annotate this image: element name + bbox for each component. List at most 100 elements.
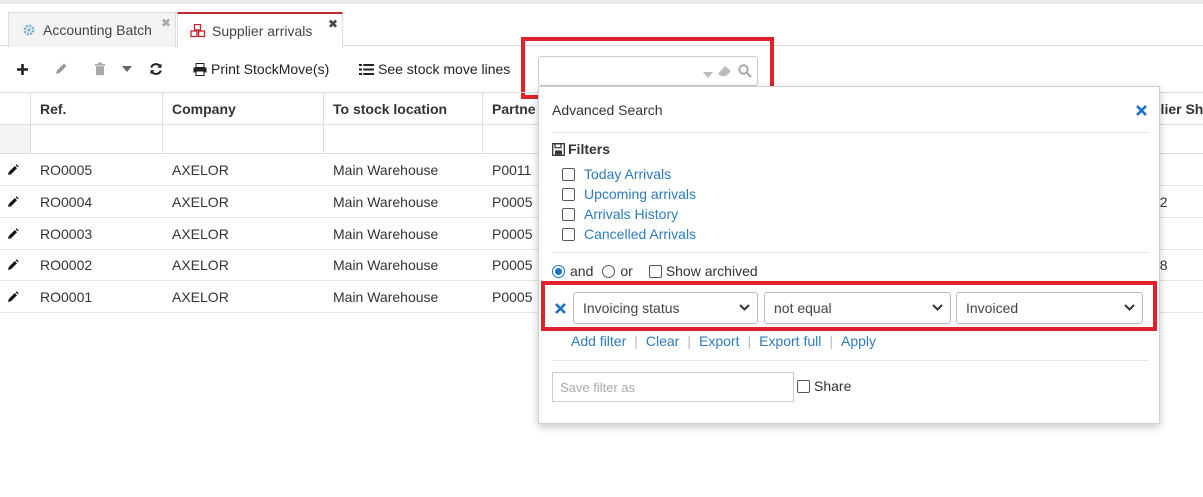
- filter-cell: [0, 125, 31, 153]
- print-label: Print StockMove(s): [211, 61, 330, 77]
- caret-down-icon: [122, 66, 132, 72]
- close-tab-icon[interactable]: ✖: [328, 17, 338, 31]
- refresh-icon: [150, 63, 162, 75]
- apply-link[interactable]: Apply: [841, 333, 876, 349]
- cell-ref: RO0004: [40, 194, 93, 210]
- see-stock-move-lines-button[interactable]: See stock move lines: [359, 52, 510, 86]
- cell-partner: P0005: [492, 226, 533, 242]
- column-to-stock-location[interactable]: To stock location: [324, 93, 483, 124]
- or-radio[interactable]: [602, 264, 616, 278]
- filter-location[interactable]: [324, 125, 483, 153]
- filter-arrivals-history[interactable]: Arrivals History: [562, 206, 678, 222]
- and-radio[interactable]: [552, 264, 565, 278]
- delete-button[interactable]: [94, 52, 106, 86]
- or-label: or: [620, 263, 633, 279]
- close-tab-icon[interactable]: ✖: [161, 16, 171, 30]
- filter-ref[interactable]: [31, 125, 163, 153]
- filter-company[interactable]: [163, 125, 324, 153]
- filters-heading: Filters: [552, 141, 610, 157]
- advanced-search-panel: Advanced Search Filters Today Arrivals U…: [538, 86, 1160, 424]
- trash-icon: [95, 62, 105, 76]
- add-filter-link[interactable]: Add filter: [571, 333, 626, 349]
- cell-location: Main Warehouse: [333, 162, 439, 178]
- pencil-icon[interactable]: [7, 227, 19, 243]
- divider: [552, 360, 1148, 361]
- cell-company: AXELOR: [172, 257, 229, 273]
- filter-label: Cancelled Arrivals: [584, 226, 697, 242]
- pencil-icon: [56, 63, 67, 74]
- column-ref[interactable]: Ref.: [31, 93, 163, 124]
- refresh-button[interactable]: [149, 52, 163, 86]
- match-options: and or Show archived: [552, 263, 758, 279]
- print-icon: [193, 62, 207, 76]
- checkbox[interactable]: [562, 227, 575, 241]
- column-select: [0, 93, 31, 124]
- tab-supplier-arrivals[interactable]: Supplier arrivals ✖: [177, 12, 343, 48]
- separator: |: [634, 333, 638, 349]
- pencil-icon[interactable]: [7, 290, 19, 306]
- separator: |: [747, 333, 752, 349]
- clear-link[interactable]: Clear: [646, 333, 679, 349]
- pencil-icon[interactable]: [7, 258, 19, 274]
- filters-label: Filters: [568, 141, 611, 157]
- list-icon: [359, 62, 374, 76]
- tab-label: Supplier arrivals: [212, 23, 313, 39]
- show-archived-checkbox[interactable]: [648, 264, 662, 278]
- stock-lines-label: See stock move lines: [378, 61, 511, 77]
- separator: |: [687, 333, 691, 349]
- cell-ref: RO0005: [40, 162, 93, 178]
- cell-partner: P0005: [492, 257, 533, 273]
- pencil-icon[interactable]: [7, 163, 19, 179]
- cell-partner: P0005: [492, 194, 533, 210]
- tab-accounting-batch[interactable]: Accounting Batch ✖: [8, 12, 176, 47]
- cell-ref: RO0002: [40, 257, 93, 273]
- cell-partner: P0005: [492, 289, 533, 305]
- filter-actions: Add filter | Clear | Export | Export full | …: [571, 333, 876, 349]
- cell-company: AXELOR: [172, 194, 229, 210]
- cell-company: AXELOR: [172, 289, 229, 305]
- pencil-icon[interactable]: [7, 195, 19, 211]
- close-icon[interactable]: [1136, 103, 1147, 119]
- cell-company: AXELOR: [172, 226, 229, 242]
- cell-location: Main Warehouse: [333, 226, 439, 242]
- filter-label: Today Arrivals: [584, 166, 672, 182]
- print-stockmoves-button[interactable]: Print StockMove(s): [193, 52, 329, 86]
- filter-label: Arrivals History: [584, 206, 679, 222]
- advanced-search-title: Advanced Search: [552, 102, 663, 118]
- criteria-highlight-box: [541, 281, 1157, 331]
- filter-upcoming-arrivals[interactable]: Upcoming arrivals: [562, 186, 696, 202]
- cell-location: Main Warehouse: [333, 194, 439, 210]
- filter-today-arrivals[interactable]: Today Arrivals: [562, 166, 671, 182]
- cubes-icon: [190, 23, 206, 39]
- plus-icon: [17, 63, 28, 75]
- cell-partner: P0011: [492, 162, 532, 178]
- save-filter-input[interactable]: [552, 372, 794, 402]
- cell-ref: RO0001: [40, 289, 93, 305]
- save-icon: [552, 142, 565, 156]
- cell-location: Main Warehouse: [333, 289, 439, 305]
- cell-location: Main Warehouse: [333, 257, 439, 273]
- filter-label: Upcoming arrivals: [584, 186, 697, 202]
- edit-button[interactable]: [54, 52, 68, 86]
- filter-cancelled-arrivals[interactable]: Cancelled Arrivals: [562, 226, 696, 242]
- divider: [552, 132, 1148, 133]
- checkbox[interactable]: [562, 207, 575, 221]
- export-full-link[interactable]: Export full: [759, 333, 821, 349]
- divider: [552, 252, 1148, 253]
- checkbox[interactable]: [562, 167, 575, 181]
- cell-company: AXELOR: [172, 162, 229, 178]
- show-archived-label: Show archived: [665, 263, 758, 279]
- more-actions-dropdown[interactable]: [122, 52, 132, 86]
- cell-ref: RO0003: [40, 226, 93, 242]
- add-button[interactable]: [16, 52, 29, 86]
- export-link[interactable]: Export: [699, 333, 739, 349]
- column-company[interactable]: Company: [163, 93, 324, 124]
- share-checkbox[interactable]: [797, 379, 810, 393]
- tab-label: Accounting Batch: [43, 22, 152, 38]
- share-option[interactable]: Share: [797, 378, 851, 394]
- and-label: and: [570, 263, 594, 279]
- checkbox[interactable]: [562, 187, 575, 201]
- share-label: Share: [814, 378, 852, 394]
- gear-icon: [21, 22, 37, 38]
- separator: |: [829, 333, 833, 349]
